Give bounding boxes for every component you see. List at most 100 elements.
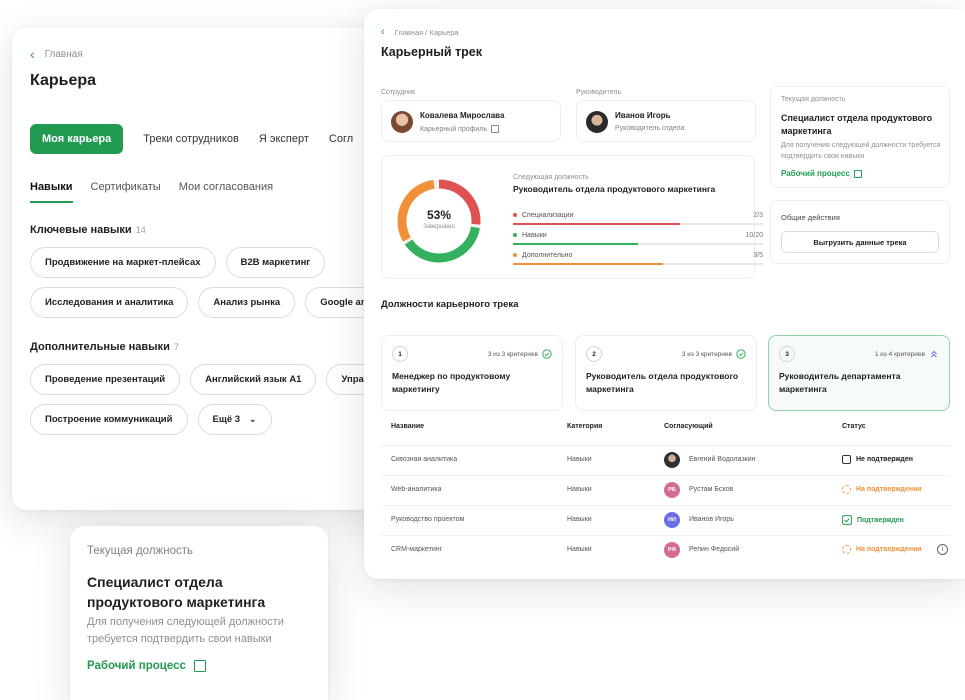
workflow-link[interactable]: Рабочий процесс bbox=[781, 169, 862, 178]
current-position-label: Текущая должность bbox=[87, 545, 193, 557]
skill-chip[interactable]: B2B маркетинг bbox=[225, 247, 326, 278]
cell-approver: Иванов Игорь bbox=[689, 516, 734, 523]
orange-dot-icon bbox=[513, 253, 517, 258]
progress-fill bbox=[513, 263, 663, 265]
position-card[interactable]: 2 3 из 3 критериев Руководитель отдела п… bbox=[575, 335, 757, 411]
cell-approver: Репин Федосий bbox=[689, 546, 740, 553]
key-skills-title: Ключевые навыки 14 bbox=[30, 224, 146, 236]
position-card-active[interactable]: 3 1 из 4 критериев Руководитель департам… bbox=[768, 335, 950, 411]
employee-box: Ковалева Мирослава Карьерный профиль bbox=[381, 100, 561, 142]
skill-chip[interactable]: Исследования и аналитика bbox=[30, 287, 189, 318]
progress-fill bbox=[513, 243, 638, 245]
external-link-icon bbox=[491, 125, 500, 133]
manager-name: Иванов Игорь bbox=[615, 111, 671, 120]
info-icon[interactable]: i bbox=[937, 544, 948, 555]
progress-row-specializations: Специализации 2/3 bbox=[513, 212, 763, 225]
position-name: Руководитель департамента маркетинга bbox=[779, 371, 901, 394]
cell-approver: Рустам Бсков bbox=[689, 486, 734, 493]
cell-category: Навыки bbox=[567, 486, 592, 493]
extra-skills-count: 7 bbox=[173, 342, 179, 352]
position-number: 1 bbox=[392, 346, 408, 362]
current-position-title: Специалист отдела продуктового маркетинг… bbox=[781, 113, 933, 137]
manager-box: Иванов Игорь Руководитель отдела bbox=[576, 100, 756, 142]
page-title: Карьерный трек bbox=[381, 45, 482, 59]
positions-section-title: Должности карьерного трека bbox=[381, 299, 519, 310]
extra-skills-row-2: Построение коммуникаций Ещё 3 ⌄ bbox=[30, 404, 272, 435]
avatar bbox=[391, 111, 413, 133]
current-position-desc: Для получения следующей должности требуе… bbox=[87, 616, 284, 646]
extra-skills-row-1: Проведение презентаций Английский язык A… bbox=[30, 364, 402, 395]
cell-category: Навыки bbox=[567, 456, 592, 463]
employee-label: Сотрудник bbox=[381, 89, 416, 96]
tab-certificates[interactable]: Сертификаты bbox=[91, 181, 161, 203]
page-title: Карьера bbox=[30, 72, 97, 89]
position-card[interactable]: 1 3 из 3 критериев Менеджер по продуктов… bbox=[381, 335, 563, 411]
progress-row-skills: Навыки 10/20 bbox=[513, 232, 763, 245]
chevron-down-icon: ⌄ bbox=[248, 414, 257, 425]
employee-name: Ковалева Мирослава bbox=[420, 111, 505, 120]
skill-chip[interactable]: Анализ рынка bbox=[198, 287, 296, 318]
red-dot-icon bbox=[513, 213, 517, 218]
chevrons-up-icon bbox=[931, 350, 937, 358]
cell-name: Руководство проектом bbox=[391, 516, 465, 523]
position-name: Руководитель отдела продуктового маркети… bbox=[586, 371, 739, 394]
column-header: Категория bbox=[567, 423, 603, 430]
check-circle-icon bbox=[736, 349, 746, 359]
chevron-left-icon[interactable]: ‹ bbox=[30, 46, 35, 62]
status-badge: На подтверждении bbox=[842, 485, 922, 494]
tab-my-career[interactable]: Моя карьера bbox=[30, 124, 124, 154]
current-position-label: Текущая должность bbox=[781, 96, 846, 103]
position-name: Менеджер по продуктовому маркетингу bbox=[392, 371, 511, 394]
column-header: Согласующий bbox=[664, 423, 713, 430]
table-row[interactable]: Сквозная аналитика Навыки Евгений Водола… bbox=[381, 445, 951, 475]
skill-chip[interactable]: Английский язык A1 bbox=[190, 364, 317, 395]
position-number: 3 bbox=[779, 346, 795, 362]
tab-skills[interactable]: Навыки bbox=[30, 181, 73, 203]
career-track-card: ‹ Главная / Карьера Карьерный трек Сотру… bbox=[364, 9, 965, 579]
table-row[interactable]: Руководство проектом Навыки ИИ Иванов Иг… bbox=[381, 505, 951, 535]
export-track-button[interactable]: Выгрузить данные трека bbox=[781, 231, 939, 253]
position-number: 2 bbox=[586, 346, 602, 362]
table-row[interactable]: Web-аналитика Навыки РБ Рустам Бсков На … bbox=[381, 475, 951, 505]
cell-name: CRM-маркетинг bbox=[391, 546, 443, 553]
current-position-panel: Текущая должность Специалист отдела прод… bbox=[770, 86, 950, 188]
pending-spinner-icon bbox=[842, 485, 851, 494]
completion-label: Завершено bbox=[423, 224, 455, 230]
career-profile-link[interactable]: Карьерный профиль bbox=[420, 125, 500, 133]
key-skills-row-2: Исследования и аналитика Анализ рынка Go… bbox=[30, 287, 399, 318]
external-link-icon bbox=[193, 660, 206, 672]
manager-label: Руководитель bbox=[576, 89, 622, 96]
skill-chip[interactable]: Продвижение на маркет-плейсах bbox=[30, 247, 216, 278]
current-position-title: Специалист отдела продуктового маркетинг… bbox=[87, 574, 266, 611]
current-position-card: Текущая должность Специалист отдела прод… bbox=[70, 526, 328, 700]
checkbox-empty-icon bbox=[842, 455, 851, 464]
breadcrumb-path[interactable]: Главная / Карьера bbox=[395, 28, 459, 37]
avatar bbox=[664, 452, 680, 468]
main-tabs: Моя карьера Треки сотрудников Я эксперт … bbox=[30, 124, 353, 154]
table-row[interactable]: CRM-маркетинг Навыки РФ Репин Федосий На… bbox=[381, 535, 951, 565]
next-position-label: Следующая должность bbox=[513, 174, 589, 181]
show-more-button[interactable]: Ещё 3 ⌄ bbox=[197, 404, 272, 435]
status-badge: Не подтвержден bbox=[842, 455, 913, 464]
tab-expert[interactable]: Я эксперт bbox=[259, 133, 309, 145]
pending-spinner-icon bbox=[842, 545, 851, 554]
cell-name: Сквозная аналитика bbox=[391, 456, 458, 463]
skill-chip[interactable]: Проведение презентаций bbox=[30, 364, 181, 395]
next-position-title: Руководитель отдела продуктового маркети… bbox=[513, 184, 716, 194]
avatar: ИИ bbox=[664, 512, 680, 528]
avatar: РФ bbox=[664, 542, 680, 558]
tab-employee-tracks[interactable]: Треки сотрудников bbox=[143, 133, 239, 145]
breadcrumb-home[interactable]: Главная bbox=[45, 49, 83, 60]
skill-chip[interactable]: Построение коммуникаций bbox=[30, 404, 188, 435]
chevron-left-icon[interactable]: ‹ bbox=[381, 26, 385, 38]
workflow-link[interactable]: Рабочий процесс bbox=[87, 660, 206, 672]
tab-approvals[interactable]: Согл bbox=[329, 133, 353, 145]
cell-approver: Евгений Водолазкин bbox=[689, 456, 756, 463]
tab-my-approvals[interactable]: Мои согласования bbox=[179, 181, 273, 203]
actions-panel: Общие действия Выгрузить данные трека bbox=[770, 200, 950, 264]
sub-tabs: Навыки Сертификаты Мои согласования bbox=[30, 181, 273, 203]
external-link-icon bbox=[853, 169, 862, 178]
breadcrumb: ‹ Главная / Карьера bbox=[381, 26, 459, 38]
check-circle-icon bbox=[542, 349, 552, 359]
cell-category: Навыки bbox=[567, 546, 592, 553]
